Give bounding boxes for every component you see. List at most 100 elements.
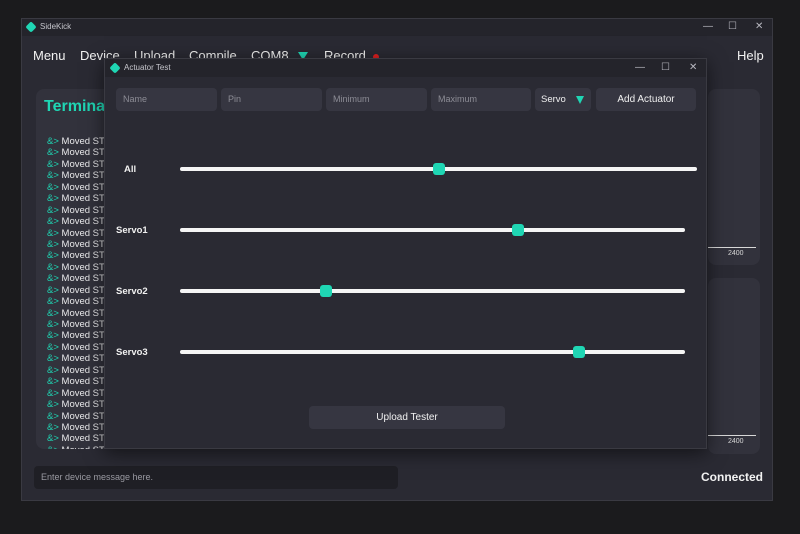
graph-panel-bottom: 2400 [708,278,760,454]
terminal-line-text: Moved STI [61,204,108,216]
dialog-title-bar: Actuator Test — ☐ ✕ [105,59,706,77]
terminal-prompt: &> [47,158,59,170]
app-title: SideKick [40,22,72,31]
terminal-line-text: Moved STI [61,181,108,193]
terminal-line-text: Moved STI [61,410,108,422]
terminal-line-text: Moved STI [61,261,108,273]
pin-field[interactable]: Pin [221,88,322,111]
terminal-line: &> Moved STI [47,262,107,273]
terminal-prompt: &> [47,433,59,445]
terminal-line: &> Moved STI [47,399,107,410]
terminal-line: &> Moved STI [47,296,107,307]
actuator-type-select[interactable]: Servo [535,88,591,111]
terminal-line: &> Moved STI [47,330,107,341]
terminal-line: &> Moved STI [47,308,107,319]
terminal-prompt: &> [47,410,59,422]
dialog-minimize-button[interactable]: — [635,62,645,73]
terminal-line: &> Moved STI [47,433,107,444]
terminal-prompt: &> [47,421,59,433]
terminal-line-text: Moved STI [61,319,108,330]
terminal-line: &> Moved STI [47,376,107,387]
graph-axis [708,247,756,248]
terminal-line-text: Moved STI [61,250,108,262]
terminal-line: &> Moved STI [47,216,107,227]
terminal-prompt: &> [47,136,59,147]
terminal-line: &> Moved STI [47,159,107,170]
terminal-output[interactable]: &> Moved STI &> Moved STI &> Moved STI &> M… [47,136,107,449]
terminal-line-text: Moved STI [61,376,108,388]
terminal-line-text: Moved STI [61,284,108,296]
slider-label-servo1: Servo1 [116,225,148,236]
maximum-field[interactable]: Maximum [431,88,531,111]
slider-thumb-all[interactable] [432,163,445,175]
close-button[interactable]: ✕ [755,21,763,32]
terminal-line: &> Moved STI [47,136,107,147]
minimum-field[interactable]: Minimum [326,88,427,111]
terminal-line-text: Moved STI [61,364,108,376]
terminal-prompt: &> [47,307,59,319]
terminal-line: &> Moved STI [47,182,107,193]
name-field[interactable]: Name [116,88,217,111]
slider-track-all[interactable] [180,163,697,175]
device-message-input[interactable]: Enter device message here. [34,466,398,489]
maximize-button[interactable]: ☐ [728,21,737,32]
dialog-maximize-button[interactable]: ☐ [661,62,670,73]
graph-axis [708,435,756,436]
terminal-prompt: &> [47,284,59,296]
terminal-line: &> Moved STI [47,353,107,364]
terminal-line: &> Moved STI [47,411,107,422]
connection-status: Connected [701,470,764,484]
terminal-line-text: Moved STI [61,330,108,342]
app-logo-icon [25,21,37,33]
terminal-prompt: &> [47,341,59,353]
terminal-prompt: &> [47,387,59,399]
terminal-prompt: &> [47,319,59,330]
menu-help[interactable]: Help [737,48,764,63]
terminal-line: &> Moved STI [47,273,107,284]
terminal-prompt: &> [47,445,59,449]
slider-thumb-servo3[interactable] [572,346,585,358]
graph-tick-label: 2400 [728,250,744,257]
terminal-line: &> Moved STI [47,170,107,181]
terminal-prompt: &> [47,353,59,365]
app-logo-icon [109,62,121,74]
terminal-prompt: &> [47,147,59,159]
terminal-prompt: &> [47,181,59,193]
terminal-line-text: Moved STI [61,273,108,285]
slider-thumb-servo1[interactable] [512,224,525,236]
terminal-line-text: Moved STI [61,341,108,353]
minimize-button[interactable]: — [703,21,713,32]
terminal-line-text: Moved STI [61,387,108,399]
terminal-line-text: Moved STI [61,158,108,170]
terminal-line: &> Moved STI [47,388,107,399]
terminal-prompt: &> [47,273,59,285]
dialog-close-button[interactable]: ✕ [689,62,697,73]
slider-track-servo2[interactable] [180,285,685,297]
menu-menu[interactable]: Menu [33,48,66,63]
add-actuator-button[interactable]: Add Actuator [596,88,696,111]
terminal-prompt: &> [47,227,59,239]
terminal-prompt: &> [47,364,59,376]
terminal-line-text: Moved STI [61,136,108,147]
upload-tester-button[interactable]: Upload Tester [309,406,505,429]
slider-label-all: All [124,164,137,175]
terminal-prompt: &> [47,216,59,228]
terminal-line-text: Moved STI [61,433,108,445]
graph-panel-top: 2400 [708,89,760,265]
slider-track-servo1[interactable] [180,224,685,236]
terminal-title: Terminal [44,98,110,115]
terminal-line: &> Moved STI [47,228,107,239]
terminal-line-text: Moved STI [62,445,108,449]
slider-track-servo3[interactable] [180,346,685,358]
chevron-down-icon [576,96,584,104]
terminal-line: &> Moved STI [47,342,107,353]
terminal-line-text: Moved STI [61,307,108,319]
slider-thumb-servo2[interactable] [320,285,333,297]
actuator-type-value: Servo [541,94,566,105]
dialog-title: Actuator Test [124,63,171,72]
terminal-line-text: Moved STI [61,421,108,433]
terminal-line: &> Moved STI [47,422,107,433]
terminal-prompt: &> [47,261,59,273]
terminal-line: &> Moved STI [47,365,107,376]
terminal-line-text: Moved STI [61,399,108,411]
